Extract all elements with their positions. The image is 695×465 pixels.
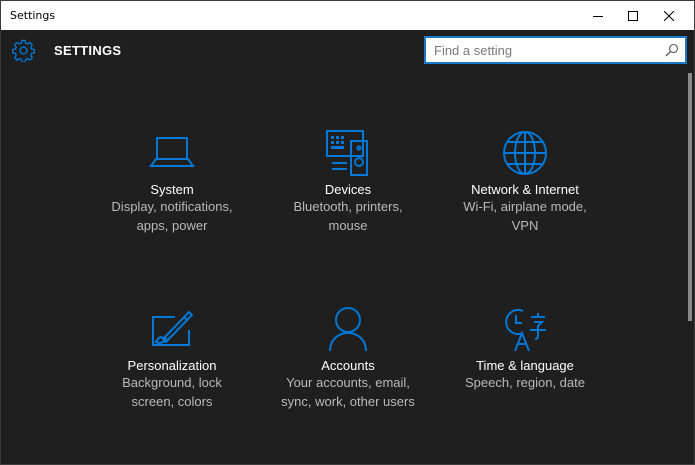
- search-input[interactable]: [434, 42, 662, 58]
- window-title: Settings: [10, 9, 56, 22]
- person-icon: [329, 307, 367, 352]
- tile-accounts[interactable]: Accounts Your accounts, email, sync, wor…: [263, 305, 433, 411]
- tile-description-line: apps, power: [136, 218, 208, 233]
- tile-title: Accounts: [321, 358, 375, 373]
- maximize-button[interactable]: [615, 1, 651, 30]
- tile-time-language[interactable]: Time & language Speech, region, date: [440, 305, 610, 393]
- tile-network-internet[interactable]: Network & Internet Wi-Fi, airplane mode,…: [440, 129, 610, 235]
- maximize-icon: [628, 10, 638, 21]
- settings-header: SETTINGS: [1, 30, 694, 70]
- tile-devices[interactable]: Devices Bluetooth, printers, mouse: [263, 129, 433, 235]
- tile-description-line: Your accounts, email,: [286, 375, 410, 390]
- tile-description-line: Speech, region, date: [465, 375, 585, 390]
- tile-title: System: [150, 182, 194, 197]
- tile-description-line: VPN: [511, 218, 539, 233]
- tile-description-line: Background, lock: [122, 375, 222, 390]
- page-title: SETTINGS: [54, 43, 122, 58]
- minimize-icon: [593, 15, 603, 17]
- tile-title: Personalization: [127, 358, 217, 373]
- tile-personalization[interactable]: Personalization Background, lock screen,…: [87, 305, 257, 411]
- close-button[interactable]: [651, 1, 687, 30]
- laptop-icon: [149, 137, 195, 167]
- settings-window: Settings SETTINGS Find a setting System …: [0, 0, 695, 465]
- time-language-icon: [505, 309, 546, 352]
- tile-description-line: mouse: [328, 218, 368, 233]
- gear-icon: [12, 39, 35, 62]
- tile-title: Devices: [324, 182, 372, 197]
- scrollbar[interactable]: [688, 73, 692, 321]
- close-icon: [664, 10, 674, 21]
- paintbrush-icon: [152, 310, 194, 346]
- tile-title: Time & language: [476, 358, 574, 373]
- search-box[interactable]: [424, 36, 687, 64]
- title-bar[interactable]: Settings: [1, 1, 694, 30]
- devices-icon: [326, 130, 368, 176]
- tile-description-line: screen, colors: [131, 394, 213, 409]
- tile-title: Network & Internet: [471, 182, 579, 197]
- search-icon[interactable]: [665, 43, 679, 57]
- tile-description-line: Display, notifications,: [111, 199, 233, 214]
- minimize-button[interactable]: [580, 1, 616, 30]
- tile-system[interactable]: System Display, notifications, apps, pow…: [87, 129, 257, 235]
- tile-description-line: sync, work, other users: [281, 394, 415, 409]
- globe-icon: [503, 131, 547, 175]
- tile-description-line: Wi-Fi, airplane mode,: [463, 199, 587, 214]
- tile-description-line: Bluetooth, printers,: [293, 199, 403, 214]
